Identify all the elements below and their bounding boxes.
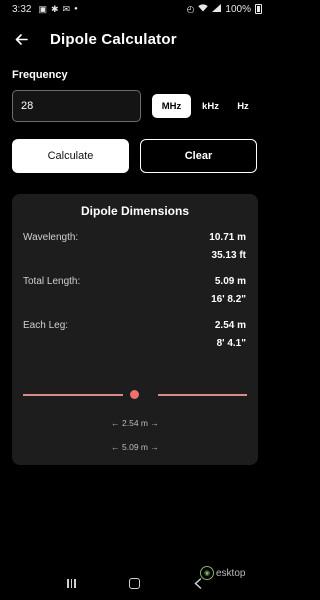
alarm-icon: ◴: [186, 3, 195, 14]
battery-percent: 100%: [225, 3, 251, 15]
unit-mhz-button[interactable]: MHz: [152, 94, 191, 118]
watermark-text: esktop: [216, 567, 246, 579]
page-title: Dipole Calculator: [50, 30, 177, 48]
wavelength-imperial: 35.13 ft: [211, 250, 246, 261]
frequency-input[interactable]: [12, 90, 141, 122]
total-length-label: Total Length:: [23, 276, 81, 287]
recents-icon[interactable]: [60, 573, 84, 593]
status-bar: 3:32 ▣ ✱ ✉ ● ◴ 100%: [0, 0, 270, 18]
settings-icon: ✱: [50, 3, 59, 14]
home-icon[interactable]: [123, 573, 147, 593]
mail-icon: ✉: [62, 3, 71, 14]
total-dimension-label: ← 5.09 m →: [111, 442, 159, 452]
calculate-button[interactable]: Calculate: [12, 139, 129, 173]
dot-icon: ●: [74, 6, 78, 12]
wavelength-label: Wavelength:: [23, 232, 79, 243]
watermark: ◉ esktop: [200, 566, 245, 580]
unit-khz-button[interactable]: kHz: [197, 94, 224, 118]
each-leg-label: Each Leg:: [23, 320, 69, 331]
wavelength-metric: 10.71 m: [209, 232, 246, 243]
frequency-label: Frequency: [12, 69, 68, 81]
dipole-right-leg: [158, 394, 247, 396]
leg-dimension-label: ← 2.54 m →: [111, 418, 159, 428]
signal-icon: [212, 4, 222, 14]
results-card: Dipole Dimensions Wavelength: 10.71 m 35…: [12, 194, 258, 465]
total-length-metric: 5.09 m: [214, 276, 246, 287]
each-leg-imperial: 8' 4.1": [216, 338, 246, 349]
app-bar: Dipole Calculator: [0, 24, 270, 54]
unit-hz-button[interactable]: Hz: [230, 94, 256, 118]
wifi-icon: [198, 4, 209, 14]
dipole-left-leg: [23, 394, 123, 396]
status-time: 3:32: [12, 3, 32, 15]
arrow-left-icon[interactable]: [10, 28, 32, 50]
total-length-imperial: 16' 8.2": [211, 294, 246, 305]
battery-icon: [255, 4, 262, 14]
each-leg-metric: 2.54 m: [214, 320, 246, 331]
clear-button[interactable]: Clear: [140, 139, 257, 173]
unit-selector: MHz kHz Hz: [152, 94, 256, 118]
gallery-icon: ▣: [38, 3, 47, 14]
feed-point: [130, 390, 139, 399]
watermark-logo-icon: ◉: [200, 566, 214, 580]
results-title: Dipole Dimensions: [80, 204, 190, 218]
